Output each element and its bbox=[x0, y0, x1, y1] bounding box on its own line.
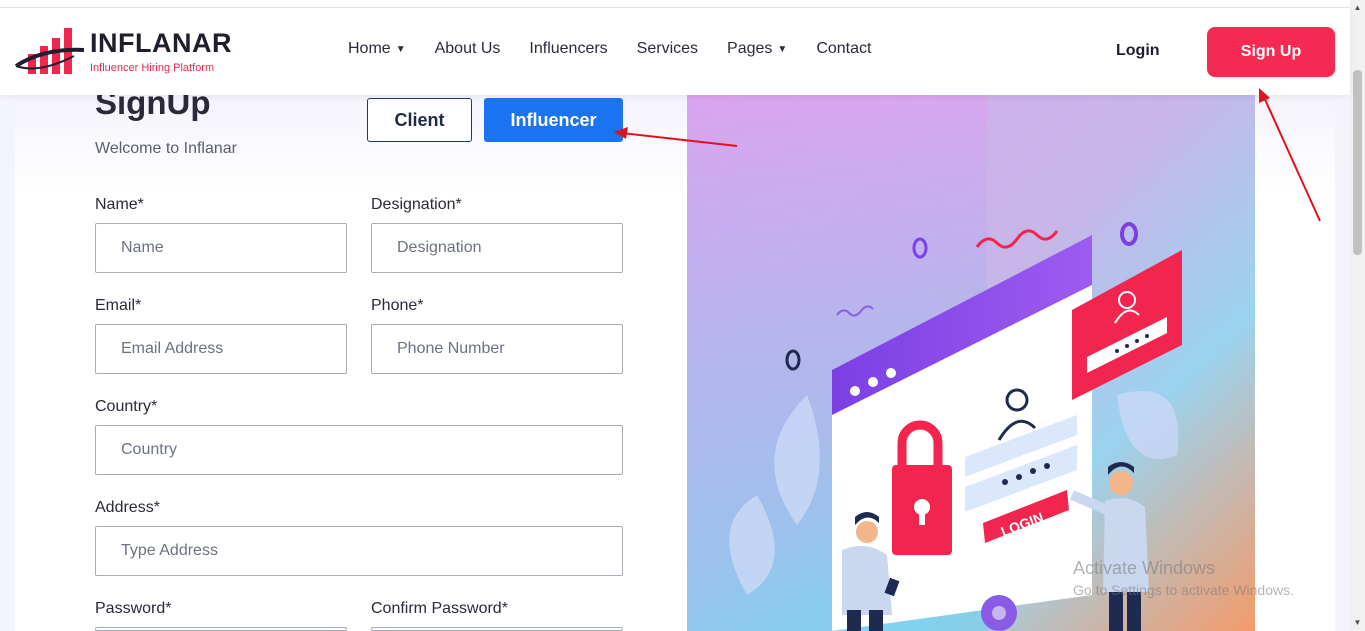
address-input[interactable] bbox=[95, 526, 623, 576]
brand-tagline: Influencer Hiring Platform bbox=[90, 62, 215, 74]
main-nav: Home ▼ About Us Influencers Services Page… bbox=[348, 40, 900, 58]
nav-about-label: About Us bbox=[434, 40, 501, 57]
phone-input[interactable] bbox=[371, 324, 623, 374]
nav-influencers[interactable]: Influencers bbox=[529, 40, 607, 58]
chevron-down-icon: ▼ bbox=[777, 43, 788, 55]
signup-button[interactable]: Sign Up bbox=[1207, 27, 1335, 77]
signup-illustration: LOGIN bbox=[687, 95, 1255, 631]
nav-home[interactable]: Home ▼ bbox=[348, 40, 406, 58]
login-illustration-graphic: LOGIN bbox=[687, 95, 1255, 631]
email-input[interactable] bbox=[95, 324, 347, 374]
email-label: Email* bbox=[95, 297, 142, 314]
nav-pages-label: Pages bbox=[727, 40, 773, 57]
nav-contact-label: Contact bbox=[816, 40, 872, 57]
site-header: INFLANAR Influencer Hiring Platform Home… bbox=[0, 8, 1350, 95]
password-input[interactable] bbox=[95, 627, 347, 631]
vertical-scrollbar[interactable]: ▲ ▼ bbox=[1350, 0, 1365, 631]
country-input[interactable] bbox=[95, 425, 623, 475]
nav-influencers-label: Influencers bbox=[529, 40, 608, 57]
nav-services[interactable]: Services bbox=[637, 40, 698, 58]
welcome-text: Welcome to Inflanar bbox=[95, 140, 237, 157]
login-link[interactable]: Login bbox=[1116, 42, 1160, 60]
designation-input[interactable] bbox=[371, 223, 623, 273]
brand-logo[interactable]: INFLANAR Influencer Hiring Platform bbox=[14, 26, 234, 78]
address-label: Address* bbox=[95, 499, 160, 516]
name-input[interactable] bbox=[95, 223, 347, 273]
country-label: Country* bbox=[95, 398, 158, 415]
phone-label: Phone* bbox=[371, 297, 424, 314]
activate-windows-subtitle: Go to Settings to activate Windows. bbox=[1073, 582, 1294, 598]
scroll-thumb[interactable] bbox=[1353, 70, 1362, 255]
nav-pages[interactable]: Pages ▼ bbox=[727, 40, 787, 58]
designation-label: Designation* bbox=[371, 196, 462, 213]
scroll-up-icon[interactable]: ▲ bbox=[1353, 2, 1362, 14]
nav-services-label: Services bbox=[636, 40, 699, 57]
confirm-password-input[interactable] bbox=[371, 627, 623, 631]
nav-home-label: Home bbox=[348, 40, 391, 57]
chart-logo-icon bbox=[14, 28, 85, 74]
role-client-button[interactable]: Client bbox=[367, 98, 472, 142]
activate-windows-title: Activate Windows bbox=[1073, 558, 1216, 578]
nav-contact[interactable]: Contact bbox=[816, 40, 871, 58]
chevron-down-icon: ▼ bbox=[395, 43, 406, 55]
scroll-down-icon[interactable]: ▼ bbox=[1353, 617, 1362, 629]
password-label: Password* bbox=[95, 600, 172, 617]
browser-top-edge bbox=[0, 0, 1350, 8]
nav-about-us[interactable]: About Us bbox=[435, 40, 501, 58]
role-influencer-button[interactable]: Influencer bbox=[484, 98, 623, 142]
name-label: Name* bbox=[95, 196, 144, 213]
brand-name: INFLANAR bbox=[90, 28, 232, 58]
confirm-password-label: Confirm Password* bbox=[371, 600, 508, 617]
